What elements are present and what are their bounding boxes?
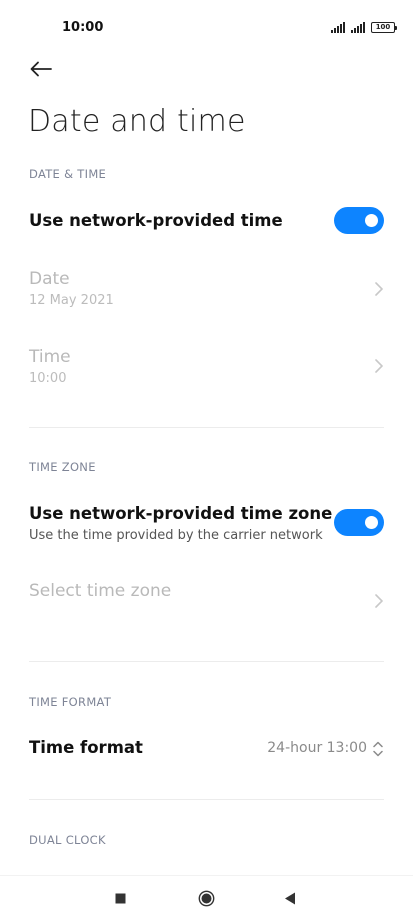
- network-time-toggle[interactable]: [334, 207, 384, 234]
- network-time-label: Use network-provided time: [29, 211, 283, 230]
- section-header-dual-clock: DUAL CLOCK: [29, 833, 106, 847]
- time-label: Time: [29, 347, 71, 367]
- network-zone-description: Use the time provided by the carrier net…: [29, 528, 323, 543]
- time-format-value: 24-hour 13:00: [267, 740, 367, 756]
- time-value: 10:00: [29, 371, 67, 386]
- status-time: 10:00: [62, 20, 104, 35]
- toggle-knob: [365, 214, 378, 227]
- section-header-date-time: DATE & TIME: [29, 167, 107, 181]
- network-zone-toggle[interactable]: [334, 509, 384, 536]
- network-zone-label: Use network-provided time zone: [29, 504, 333, 523]
- date-value: 12 May 2021: [29, 293, 114, 308]
- date-label: Date: [29, 269, 70, 289]
- battery-icon: 100: [371, 22, 397, 33]
- section-header-time-format: TIME FORMAT: [29, 695, 112, 709]
- arrow-left-icon: [30, 61, 52, 77]
- battery-level: 100: [375, 23, 391, 31]
- select-zone-row[interactable]: Select time zone: [0, 572, 413, 632]
- chevron-right-icon: [375, 282, 383, 296]
- network-zone-row[interactable]: Use network-provided time zone Use the t…: [0, 498, 413, 550]
- status-icons: 100: [331, 22, 397, 33]
- time-format-label: Time format: [29, 738, 143, 757]
- home-circle-icon: [198, 890, 214, 906]
- status-bar: 10:00 100: [0, 0, 413, 58]
- divider: [29, 799, 384, 800]
- home-button[interactable]: [194, 886, 218, 910]
- signal-icon: [351, 22, 365, 33]
- divider: [29, 427, 384, 428]
- chevron-right-icon: [375, 594, 383, 608]
- time-format-row[interactable]: Time format 24-hour 13:00: [0, 730, 413, 770]
- back-button[interactable]: [26, 55, 56, 83]
- select-zone-label: Select time zone: [29, 581, 172, 601]
- signal-icon: [331, 22, 345, 33]
- back-nav-button[interactable]: [278, 886, 302, 910]
- toggle-knob: [365, 516, 378, 529]
- navigation-bar: [0, 875, 413, 919]
- recents-button[interactable]: [108, 886, 132, 910]
- date-row[interactable]: Date 12 May 2021: [0, 262, 413, 320]
- page-title: Date and time: [28, 104, 246, 139]
- chevron-right-icon: [375, 359, 383, 373]
- chevron-up-down-icon: [373, 741, 383, 757]
- network-time-row[interactable]: Use network-provided time: [0, 200, 413, 244]
- back-triangle-icon: [285, 892, 295, 904]
- recents-square-icon: [115, 893, 125, 903]
- section-header-time-zone: TIME ZONE: [29, 460, 96, 474]
- time-row[interactable]: Time 10:00: [0, 340, 413, 398]
- divider: [29, 661, 384, 662]
